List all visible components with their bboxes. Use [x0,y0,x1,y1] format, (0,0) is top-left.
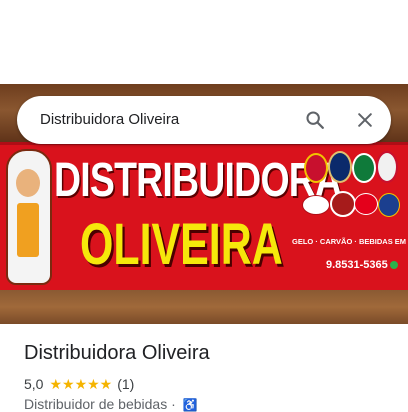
whatsapp-icon [389,261,398,270]
rating-value: 5,0 [24,376,44,392]
beer-mascot-logo [6,149,52,285]
place-title: Distribuidora Oliveira [24,342,210,364]
brand-logo [378,193,400,217]
wood-plank-bottom [0,290,408,324]
brand-logo [302,195,330,215]
rating-row[interactable]: 5,0 ★★★★★ (1) [24,375,134,393]
search-icon[interactable] [299,104,331,136]
category-row: Distribuidor de bebidas · ♿ [24,396,198,412]
review-count[interactable]: (1) [117,376,134,392]
brand-logo [330,191,356,217]
search-input[interactable]: Distribuidora Oliveira [40,96,179,144]
place-category: Distribuidor de bebidas · [24,396,176,412]
brand-logo [352,153,376,183]
sign-line-2: OLIVEIRA [80,212,283,277]
brand-logo [376,151,398,183]
brand-logo [354,193,378,215]
brand-logo [304,153,328,183]
close-icon[interactable] [349,104,381,136]
star-rating-icon: ★★★★★ [49,375,113,392]
wheelchair-icon: ♿ [182,398,198,412]
sign-phone: 9.8531-5365 [326,259,398,271]
store-sign: DISTRIBUIDORA OLIVEIRA GELO · CARVÃO · B… [0,142,408,294]
sign-tagline: GELO · CARVÃO · BEBIDAS EM GERAL [292,237,408,246]
search-bar[interactable]: Distribuidora Oliveira [17,96,391,144]
sign-line-1: DISTRIBUIDORA [54,154,342,207]
brand-logo [328,151,352,183]
